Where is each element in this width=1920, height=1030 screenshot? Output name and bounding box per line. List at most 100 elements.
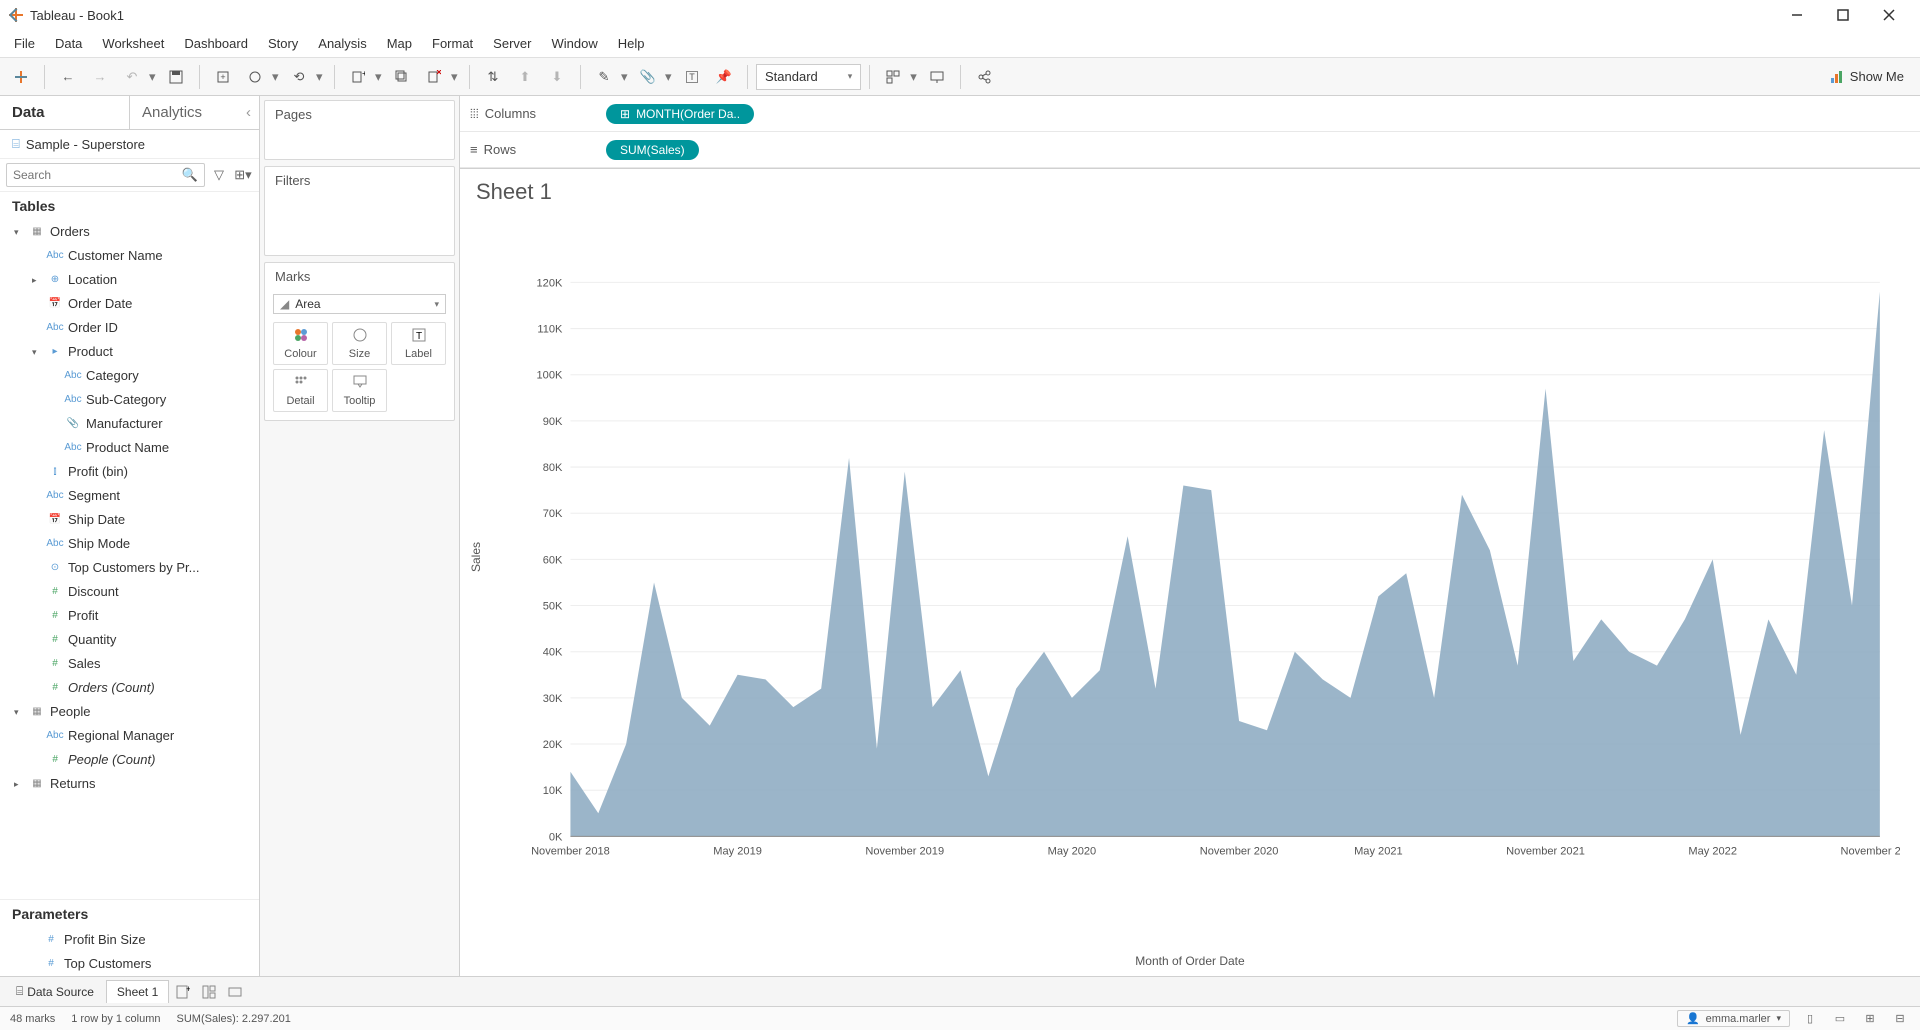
search-input[interactable]: 🔍 — [6, 163, 205, 187]
pin-button[interactable]: 📌 — [709, 62, 739, 92]
sheet1-tab[interactable]: Sheet 1 — [106, 980, 169, 1003]
field-regional-manager[interactable]: AbcRegional Manager — [4, 724, 255, 748]
new-worksheet-button[interactable]: + — [343, 62, 373, 92]
group-button[interactable]: 📎 — [633, 62, 663, 92]
field-sales[interactable]: #Sales — [4, 652, 255, 676]
field-profit-bin-[interactable]: ⫾Profit (bin) — [4, 460, 255, 484]
area-chart[interactable]: 0K10K20K30K40K50K60K70K80K90K100K110K120… — [510, 215, 1900, 934]
field-product[interactable]: ▾▸Product — [4, 340, 255, 364]
marks-colour[interactable]: Colour — [273, 322, 328, 365]
minimize-button[interactable] — [1774, 0, 1820, 30]
field-people-count-[interactable]: #People (Count) — [4, 748, 255, 772]
marks-tooltip[interactable]: Tooltip — [332, 369, 387, 412]
close-button[interactable] — [1866, 0, 1912, 30]
filter-icon[interactable]: ▽ — [209, 165, 229, 185]
columns-icon: ⦙⦙⦙ — [470, 106, 479, 122]
cards-button[interactable] — [878, 62, 908, 92]
new-sheet-icon[interactable]: + — [171, 980, 195, 1004]
datasource-tab[interactable]: ⌸Data Source — [6, 980, 104, 1003]
#-icon: # — [46, 654, 64, 674]
bin-icon: ⫾ — [46, 462, 64, 482]
field-sub-category[interactable]: AbcSub-Category — [4, 388, 255, 412]
field-profit[interactable]: #Profit — [4, 604, 255, 628]
marks-size[interactable]: Size — [332, 322, 387, 365]
columns-pill[interactable]: ⊞MONTH(Order Da.. — [606, 104, 754, 124]
menu-help[interactable]: Help — [608, 32, 655, 55]
highlight-button[interactable]: ✎ — [589, 62, 619, 92]
Abc-icon: Abc — [46, 486, 64, 506]
pause-button[interactable] — [240, 62, 270, 92]
field-orders-count-[interactable]: #Orders (Count) — [4, 676, 255, 700]
maximize-button[interactable] — [1820, 0, 1866, 30]
view4-icon[interactable]: ⊟ — [1890, 1009, 1910, 1029]
svg-text:30K: 30K — [543, 693, 563, 705]
share-button[interactable] — [969, 62, 999, 92]
filters-shelf[interactable]: Filters — [264, 166, 455, 256]
sheet-title[interactable]: Sheet 1 — [460, 169, 1920, 215]
show-me-button[interactable]: Show Me — [1820, 65, 1914, 88]
clear-button[interactable] — [419, 62, 449, 92]
menu-map[interactable]: Map — [377, 32, 422, 55]
fit-selector[interactable]: Standard▾ — [756, 64, 861, 90]
sort-asc-button[interactable]: ⬆ — [510, 62, 540, 92]
field-quantity[interactable]: #Quantity — [4, 628, 255, 652]
chart-viz[interactable]: Sales 0K10K20K30K40K50K60K70K80K90K100K1… — [460, 215, 1920, 954]
menu-format[interactable]: Format — [422, 32, 483, 55]
field-discount[interactable]: #Discount — [4, 580, 255, 604]
menu-story[interactable]: Story — [258, 32, 308, 55]
forward-button[interactable]: → — [85, 62, 115, 92]
user-selector[interactable]: 👤emma.marler▾ — [1677, 1010, 1790, 1027]
field-profit-bin-size[interactable]: #Profit Bin Size — [0, 928, 259, 952]
marks-label[interactable]: TLabel — [391, 322, 446, 365]
field-ship-mode[interactable]: AbcShip Mode — [4, 532, 255, 556]
field-order-date[interactable]: 📅Order Date — [4, 292, 255, 316]
new-datasource-button[interactable]: + — [208, 62, 238, 92]
back-button[interactable]: ← — [53, 62, 83, 92]
field-order-id[interactable]: AbcOrder ID — [4, 316, 255, 340]
undo-button[interactable]: ↶ — [117, 62, 147, 92]
view1-icon[interactable]: ▯ — [1800, 1009, 1820, 1029]
menu-dashboard[interactable]: Dashboard — [174, 32, 258, 55]
pages-shelf[interactable]: Pages — [264, 100, 455, 160]
swap-button[interactable]: ⇅ — [478, 62, 508, 92]
label-button[interactable]: T — [677, 62, 707, 92]
view-icon[interactable]: ⊞▾ — [233, 165, 253, 185]
marks-detail[interactable]: Detail — [273, 369, 328, 412]
field-returns[interactable]: ▸▦Returns — [4, 772, 255, 796]
menu-window[interactable]: Window — [541, 32, 607, 55]
view3-icon[interactable]: ⊞ — [1860, 1009, 1880, 1029]
data-tab[interactable]: Data — [0, 96, 129, 129]
menu-data[interactable]: Data — [45, 32, 92, 55]
rows-shelf[interactable]: ≡Rows SUM(Sales) — [460, 132, 1920, 168]
Abc-icon: Abc — [46, 726, 64, 746]
new-story-icon[interactable] — [223, 980, 247, 1004]
datasource-row[interactable]: ⌸ Sample - Superstore — [0, 130, 259, 159]
field-people[interactable]: ▾▦People — [4, 700, 255, 724]
field-top-customers[interactable]: #Top Customers — [0, 952, 259, 976]
field-manufacturer[interactable]: 📎Manufacturer — [4, 412, 255, 436]
field-orders[interactable]: ▾▦Orders — [4, 220, 255, 244]
refresh-button[interactable]: ⟲ — [284, 62, 314, 92]
menu-file[interactable]: File — [4, 32, 45, 55]
new-dashboard-icon[interactable] — [197, 980, 221, 1004]
field-location[interactable]: ▸⊕Location — [4, 268, 255, 292]
mark-type-selector[interactable]: ◢Area — [273, 294, 446, 314]
field-segment[interactable]: AbcSegment — [4, 484, 255, 508]
analytics-tab[interactable]: Analytics — [129, 96, 259, 129]
rows-pill[interactable]: SUM(Sales) — [606, 140, 699, 160]
sort-desc-button[interactable]: ⬇ — [542, 62, 572, 92]
field-top-customers-by-pr-[interactable]: ⊙Top Customers by Pr... — [4, 556, 255, 580]
view2-icon[interactable]: ▭ — [1830, 1009, 1850, 1029]
menu-server[interactable]: Server — [483, 32, 541, 55]
duplicate-button[interactable] — [387, 62, 417, 92]
save-button[interactable] — [161, 62, 191, 92]
menu-analysis[interactable]: Analysis — [308, 32, 376, 55]
field-product-name[interactable]: AbcProduct Name — [4, 436, 255, 460]
field-category[interactable]: AbcCategory — [4, 364, 255, 388]
present-button[interactable] — [922, 62, 952, 92]
field-customer-name[interactable]: AbcCustomer Name — [4, 244, 255, 268]
tableau-icon[interactable] — [6, 62, 36, 92]
columns-shelf[interactable]: ⦙⦙⦙Columns ⊞MONTH(Order Da.. — [460, 96, 1920, 132]
field-ship-date[interactable]: 📅Ship Date — [4, 508, 255, 532]
menu-worksheet[interactable]: Worksheet — [92, 32, 174, 55]
